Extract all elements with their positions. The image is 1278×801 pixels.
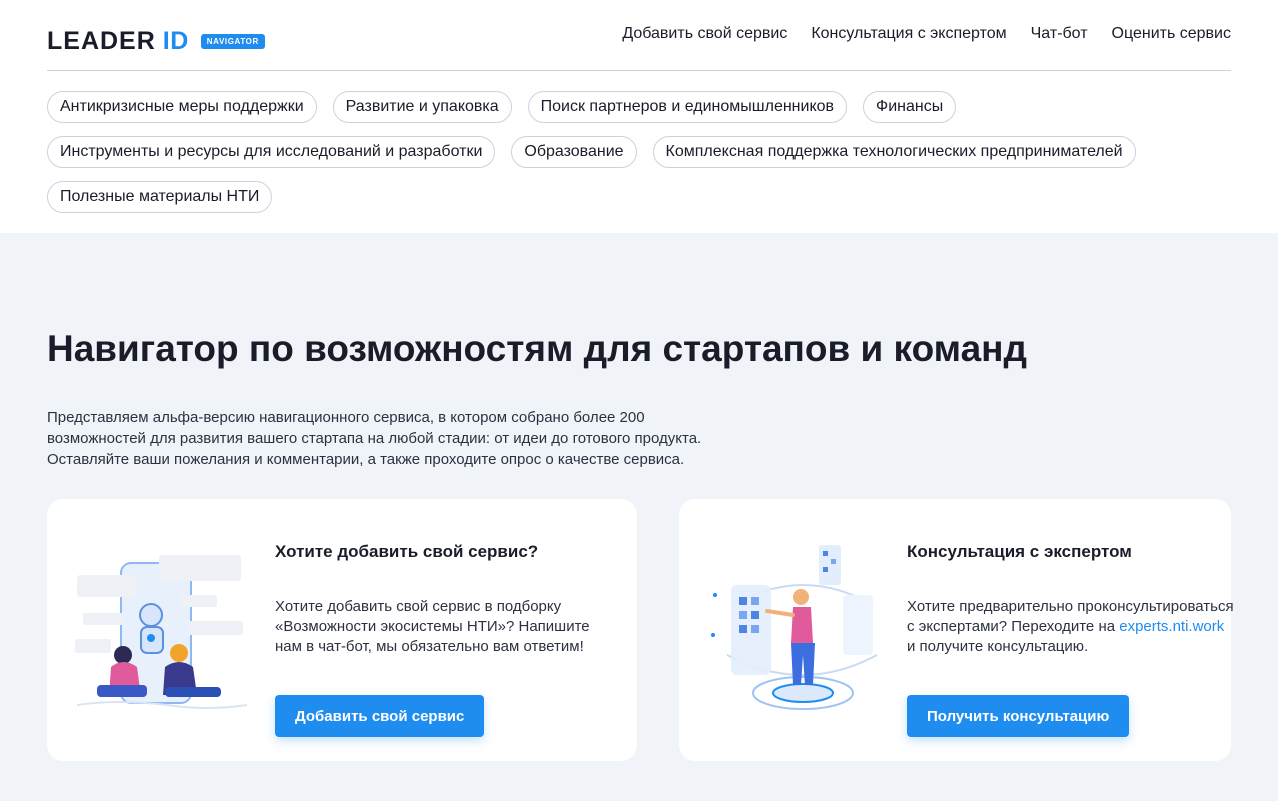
- add-service-button[interactable]: Добавить свой сервис: [275, 695, 485, 737]
- top-nav: Добавить свой сервис Консультация с эксп…: [622, 25, 1231, 43]
- card-text: Хотите предварительно проконсультировать…: [907, 597, 1237, 657]
- expert-consult-card: Консультация с экспертом Хотите предвари…: [679, 499, 1234, 761]
- chip-row: Полезные материалы НТИ: [47, 181, 1231, 213]
- top-section: LEADER ID NAVIGATOR Добавить свой сервис…: [0, 0, 1278, 233]
- chatbot-illustration-icon: [75, 555, 248, 709]
- card-text: Хотите добавить свой сервис в подборку «…: [275, 598, 590, 655]
- chip-nti-materials[interactable]: Полезные материалы НТИ: [47, 181, 273, 213]
- header: LEADER ID NAVIGATOR Добавить свой сервис…: [47, 0, 1231, 71]
- card-title: Хотите добавить свой сервис?: [275, 542, 539, 561]
- hero-description: Представляем альфа-версию навигационного…: [47, 407, 787, 470]
- logo-id: ID: [162, 26, 189, 55]
- chip-education[interactable]: Образование: [511, 136, 637, 168]
- category-chips: Антикризисные меры поддержки Развитие и …: [47, 91, 1231, 226]
- nav-expert-consult[interactable]: Консультация с экспертом: [811, 25, 1006, 43]
- hero-desc-line: Представляем альфа-версию навигационного…: [47, 409, 645, 426]
- card-text-part: и получите консультацию.: [907, 638, 1089, 655]
- nav-rate-service[interactable]: Оценить сервис: [1112, 25, 1231, 43]
- experts-link[interactable]: experts.nti.work: [1119, 618, 1224, 635]
- card-body: Консультация с экспертом Хотите предвари…: [907, 542, 1237, 657]
- logo[interactable]: LEADER ID NAVIGATOR: [47, 27, 265, 55]
- hero-desc-line: возможностей для развития вашего стартап…: [47, 430, 702, 447]
- chip-row: Антикризисные меры поддержки Развитие и …: [47, 91, 1231, 123]
- add-service-card: Хотите добавить свой сервис? Хотите доба…: [47, 499, 637, 761]
- chip-partners[interactable]: Поиск партнеров и единомышленников: [527, 91, 848, 123]
- hero-desc-line: Оставляйте ваши пожелания и комментарии,…: [47, 451, 685, 468]
- chip-row: Инструменты и ресурсы для исследований и…: [47, 136, 1231, 168]
- get-consultation-button[interactable]: Получить консультацию: [907, 695, 1130, 737]
- chip-research-tools[interactable]: Инструменты и ресурсы для исследований и…: [47, 136, 496, 168]
- chip-development[interactable]: Развитие и упаковка: [332, 91, 512, 123]
- logo-text: LEADER: [47, 26, 156, 55]
- chip-tech-support[interactable]: Комплексная поддержка технологических пр…: [652, 136, 1136, 168]
- chip-anticrisis[interactable]: Антикризисные меры поддержки: [47, 91, 317, 123]
- chip-finance[interactable]: Финансы: [863, 91, 957, 123]
- nav-add-service[interactable]: Добавить свой сервис: [622, 25, 787, 43]
- card-body: Хотите добавить свой сервис? Хотите доба…: [275, 542, 605, 657]
- expert-illustration-icon: [711, 545, 878, 710]
- nav-chat-bot[interactable]: Чат-бот: [1031, 25, 1088, 43]
- logo-badge: NAVIGATOR: [200, 33, 265, 49]
- card-title: Консультация с экспертом: [907, 542, 1132, 561]
- page-title: Навигатор по возможностям для стартапов …: [47, 328, 1027, 369]
